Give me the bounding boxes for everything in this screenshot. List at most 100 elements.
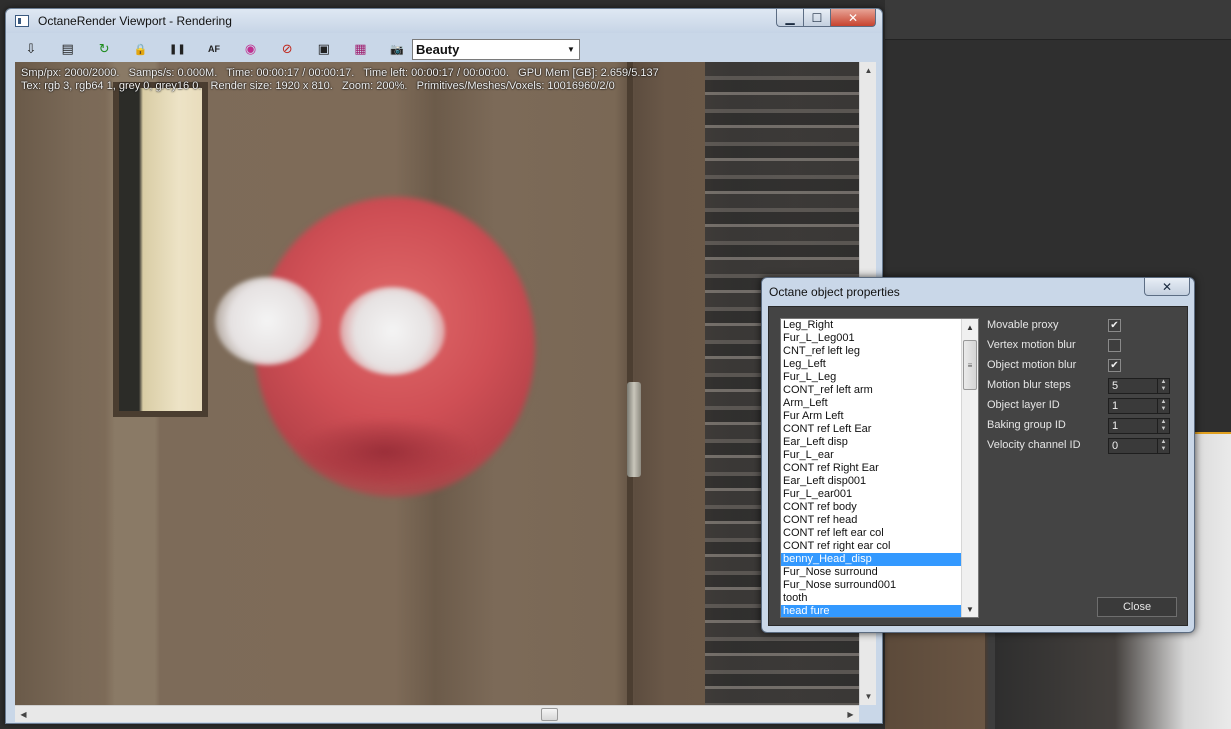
motion-blur-steps-row: Motion blur steps 5 ▲ ▼ <box>987 376 1187 396</box>
motion-blur-steps-value[interactable]: 5 <box>1112 380 1118 392</box>
film-icon[interactable]: ▦ <box>349 38 371 60</box>
list-item[interactable]: CNT_ref left leg <box>781 345 961 358</box>
object-layer-id-label: Object layer ID <box>987 399 1060 411</box>
list-item[interactable]: CONT ref right ear col <box>781 540 961 553</box>
list-scroll-thumb[interactable]: ≡ <box>963 340 977 390</box>
window-title: OctaneRender Viewport - Rendering <box>38 14 232 28</box>
properties-panel: Movable proxy ✔ Vertex motion blur Objec… <box>987 316 1187 456</box>
render-pass-value: Beauty <box>416 42 460 57</box>
list-item[interactable]: Fur_L_Leg001 <box>781 332 961 345</box>
grip-icon: ≡ <box>967 360 973 370</box>
vertex-motion-blur-checkbox[interactable] <box>1108 339 1121 352</box>
list-item[interactable]: Fur_L_Leg <box>781 371 961 384</box>
spinner-arrows-icon[interactable]: ▲ ▼ <box>1157 439 1169 453</box>
vertex-motion-blur-row: Vertex motion blur <box>987 336 1187 356</box>
close-dialog-button[interactable]: Close <box>1097 597 1177 617</box>
list-item[interactable]: CONT_ref left arm <box>781 384 961 397</box>
list-item[interactable]: CONT ref body <box>781 501 961 514</box>
color-wheel-icon[interactable]: ◉ <box>240 38 262 60</box>
scroll-left-icon[interactable]: ◀ <box>15 706 32 723</box>
render-stats-line-1: Smp/px: 2000/2000. Samps/s: 0.000M. Time… <box>21 67 659 79</box>
list-item[interactable]: Ear_Left disp <box>781 436 961 449</box>
dialog-body: Leg_Right Fur_L_Leg001 CNT_ref left leg Leg… <box>768 306 1188 626</box>
scroll-down-icon[interactable]: ▼ <box>860 688 877 705</box>
scroll-up-icon[interactable]: ▲ <box>962 319 978 335</box>
monitor-icon[interactable]: ▣ <box>313 38 335 60</box>
scroll-right-icon[interactable]: ▶ <box>842 706 859 723</box>
list-item[interactable]: Leg_Right <box>781 319 961 332</box>
list-item[interactable]: Fur Arm Left <box>781 410 961 423</box>
movable-proxy-row: Movable proxy ✔ <box>987 316 1187 336</box>
character-eye-right <box>340 287 445 375</box>
horizontal-scroll-thumb[interactable] <box>541 708 558 721</box>
list-item[interactable]: Leg_Left <box>781 358 961 371</box>
lock-icon[interactable]: 🔒 <box>130 38 152 60</box>
object-list: Leg_Right Fur_L_Leg001 CNT_ref left leg Leg… <box>781 319 961 617</box>
list-scrollbar[interactable]: ▲ ≡ ▼ <box>961 319 978 617</box>
character-eye-left <box>215 277 320 365</box>
baking-group-id-value[interactable]: 1 <box>1112 420 1118 432</box>
chevron-down-icon: ▼ <box>567 45 575 54</box>
list-item[interactable]: head fure <box>781 605 961 617</box>
viewport-titlebar[interactable]: OctaneRender Viewport - Rendering ▁ ☐ ✕ <box>6 9 882 33</box>
list-item[interactable]: tooth <box>781 592 961 605</box>
list-item[interactable]: Arm_Left <box>781 397 961 410</box>
list-item[interactable]: Fur_Nose surround <box>781 566 961 579</box>
close-button[interactable]: ✕ <box>830 9 876 27</box>
clipboard-icon[interactable]: ▤ <box>57 38 79 60</box>
object-properties-dialog: Octane object properties ✕ Leg_Right Fur_… <box>761 277 1195 633</box>
refresh-icon[interactable]: ↻ <box>93 38 115 60</box>
render-stats: Smp/px: 2000/2000. Samps/s: 0.000M. Time… <box>21 67 862 93</box>
list-item[interactable]: CONT ref Left Ear <box>781 423 961 436</box>
viewport-toolbar: ⇩ ▤ ↻ 🔒 ❚❚ AF ◉ ⊘ ▣ ▦ 📷 Beauty ▼ <box>14 36 874 62</box>
motion-blur-steps-spinner[interactable]: 5 ▲ ▼ <box>1108 378 1170 394</box>
horizontal-scrollbar[interactable]: ◀ ▶ <box>15 705 859 722</box>
list-item[interactable]: benny_Head_disp <box>781 553 961 566</box>
vertex-motion-blur-label: Vertex motion blur <box>987 339 1076 351</box>
motion-blur-steps-label: Motion blur steps <box>987 379 1071 391</box>
dialog-close-button[interactable]: ✕ <box>1144 278 1190 296</box>
list-item[interactable]: Fur_L_ear <box>781 449 961 462</box>
spinner-arrows-icon[interactable]: ▲ ▼ <box>1157 399 1169 413</box>
velocity-channel-id-label: Velocity channel ID <box>987 439 1081 451</box>
region-icon[interactable]: ⊘ <box>276 38 298 60</box>
scroll-up-icon[interactable]: ▲ <box>860 62 877 79</box>
camera-icon[interactable]: 📷 <box>386 38 408 60</box>
velocity-channel-id-spinner[interactable]: 0 ▲ ▼ <box>1108 438 1170 454</box>
list-item[interactable]: CONT ref Right Ear <box>781 462 961 475</box>
list-item[interactable]: Fur_Nose surround001 <box>781 579 961 592</box>
object-motion-blur-checkbox[interactable]: ✔ <box>1108 359 1121 372</box>
door-window <box>113 82 208 417</box>
af-icon[interactable]: AF <box>203 38 225 60</box>
velocity-channel-id-value[interactable]: 0 <box>1112 440 1118 452</box>
movable-proxy-label: Movable proxy <box>987 319 1059 331</box>
baking-group-id-label: Baking group ID <box>987 419 1066 431</box>
list-item[interactable]: CONT ref head <box>781 514 961 527</box>
velocity-channel-id-row: Velocity channel ID 0 ▲ ▼ <box>987 436 1187 456</box>
list-item[interactable]: Fur_L_ear001 <box>781 488 961 501</box>
list-item[interactable]: CONT ref left ear col <box>781 527 961 540</box>
character-mouth <box>295 417 475 487</box>
minimize-button[interactable]: ▁ <box>776 9 803 27</box>
maximize-button[interactable]: ☐ <box>803 9 830 27</box>
object-layer-id-value[interactable]: 1 <box>1112 400 1118 412</box>
object-motion-blur-label: Object motion blur <box>987 359 1077 371</box>
export-icon[interactable]: ⇩ <box>20 38 42 60</box>
spinner-arrows-icon[interactable]: ▲ ▼ <box>1157 419 1169 433</box>
baking-group-id-spinner[interactable]: 1 ▲ ▼ <box>1108 418 1170 434</box>
render-stats-line-2: Tex: rgb 3, rgb64 1, grey 0, grey16 0. R… <box>21 80 615 92</box>
render-pass-select[interactable]: Beauty ▼ <box>412 39 580 60</box>
dialog-title: Octane object properties <box>769 285 900 299</box>
spinner-arrows-icon[interactable]: ▲ ▼ <box>1157 379 1169 393</box>
render-canvas[interactable] <box>15 62 859 705</box>
background-toolbar <box>885 0 1231 40</box>
object-listbox[interactable]: Leg_Right Fur_L_Leg001 CNT_ref left leg Leg… <box>780 318 979 618</box>
movable-proxy-checkbox[interactable]: ✔ <box>1108 319 1121 332</box>
pause-icon[interactable]: ❚❚ <box>166 38 188 60</box>
object-layer-id-spinner[interactable]: 1 ▲ ▼ <box>1108 398 1170 414</box>
object-layer-id-row: Object layer ID 1 ▲ ▼ <box>987 396 1187 416</box>
door-hinge <box>627 382 641 477</box>
octane-viewport-window: OctaneRender Viewport - Rendering ▁ ☐ ✕ … <box>5 8 883 724</box>
scroll-down-icon[interactable]: ▼ <box>962 601 978 617</box>
list-item[interactable]: Ear_Left disp001 <box>781 475 961 488</box>
